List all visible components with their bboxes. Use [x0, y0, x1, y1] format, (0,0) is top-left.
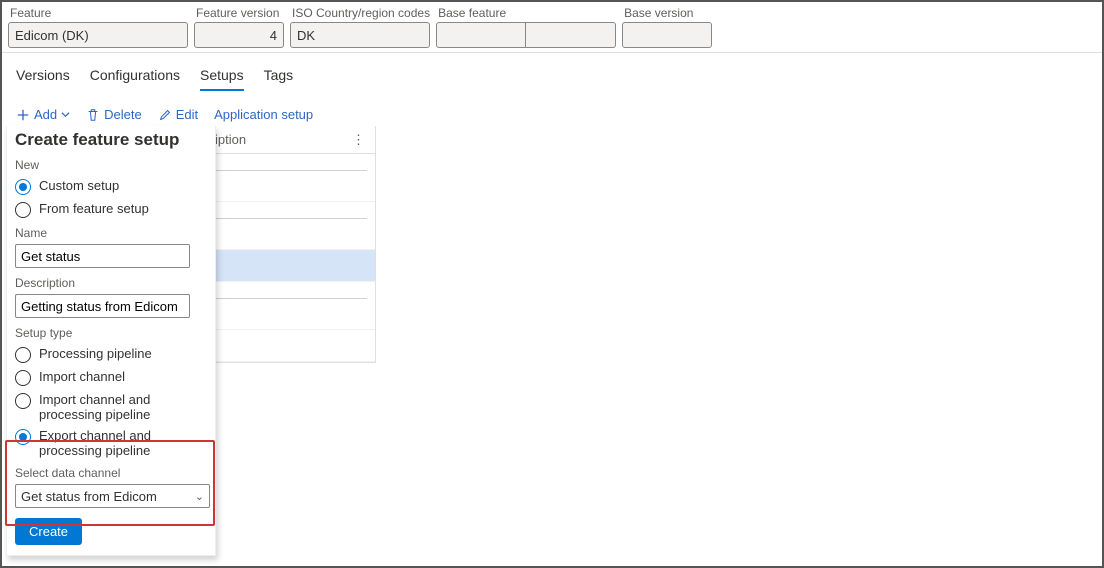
panel-title: Create feature setup	[15, 130, 207, 150]
radio-label: Custom setup	[39, 178, 119, 193]
channel-label: Select data channel	[15, 466, 207, 480]
field-base-version: Base version	[622, 6, 712, 48]
tab-setups[interactable]: Setups	[200, 67, 244, 91]
create-button[interactable]: Create	[15, 518, 82, 545]
radio-export-channel-pipeline[interactable]: Export channel and processing pipeline	[15, 428, 207, 458]
trash-icon	[86, 108, 100, 122]
radio-icon	[15, 429, 31, 445]
edit-button[interactable]: Edit	[158, 107, 198, 122]
channel-value: Get status from Edicom	[21, 489, 157, 504]
radio-label: Processing pipeline	[39, 346, 152, 361]
type-label: Setup type	[15, 326, 207, 340]
iso-input[interactable]	[290, 22, 430, 48]
desc-label: Description	[15, 276, 207, 290]
radio-label: Import channel	[39, 369, 125, 384]
add-button[interactable]: Add	[16, 107, 70, 122]
field-feature: Feature	[8, 6, 188, 48]
base-input-2[interactable]	[526, 22, 616, 48]
feature-label: Feature	[8, 6, 188, 20]
field-iso: ISO Country/region codes	[290, 6, 430, 48]
add-label: Add	[34, 107, 57, 122]
tab-tags[interactable]: Tags	[264, 67, 294, 91]
base-label: Base feature	[436, 6, 616, 20]
chevron-down-icon: ⌄	[195, 490, 204, 503]
app-setup-button[interactable]: Application setup	[214, 107, 313, 122]
version-input[interactable]	[194, 22, 284, 48]
col-iption: iption	[215, 132, 246, 147]
field-version: Feature version	[194, 6, 284, 48]
radio-icon	[15, 393, 31, 409]
edit-label: Edit	[176, 107, 198, 122]
basev-label: Base version	[622, 6, 712, 20]
radio-icon	[15, 179, 31, 195]
name-input[interactable]	[15, 244, 190, 268]
data-channel-select[interactable]: Get status from Edicom ⌄	[15, 484, 210, 508]
radio-import-channel[interactable]: Import channel	[15, 369, 207, 386]
radio-icon	[15, 347, 31, 363]
name-label: Name	[15, 226, 207, 240]
radio-processing-pipeline[interactable]: Processing pipeline	[15, 346, 207, 363]
delete-button[interactable]: Delete	[86, 107, 142, 122]
version-label: Feature version	[194, 6, 284, 20]
tab-bar: Versions Configurations Setups Tags	[2, 53, 1102, 99]
more-icon[interactable]: ⋮	[352, 132, 367, 148]
radio-from-feature[interactable]: From feature setup	[15, 201, 207, 218]
radio-label: Import channel and processing pipeline	[39, 392, 207, 422]
delete-label: Delete	[104, 107, 142, 122]
field-base: Base feature	[436, 6, 616, 48]
feature-input[interactable]	[8, 22, 188, 48]
radio-custom-setup[interactable]: Custom setup	[15, 178, 207, 195]
radio-label: From feature setup	[39, 201, 149, 216]
create-feature-setup-panel: Create feature setup New Custom setup Fr…	[6, 126, 216, 556]
radio-import-channel-pipeline[interactable]: Import channel and processing pipeline	[15, 392, 207, 422]
base-input-1[interactable]	[436, 22, 526, 48]
basev-input[interactable]	[622, 22, 712, 48]
chevron-down-icon	[61, 110, 70, 119]
top-field-bar: Feature Feature version ISO Country/regi…	[2, 2, 1102, 53]
iso-label: ISO Country/region codes	[290, 6, 430, 20]
tab-configurations[interactable]: Configurations	[90, 67, 180, 91]
new-label: New	[15, 158, 207, 172]
pencil-icon	[158, 108, 172, 122]
tab-versions[interactable]: Versions	[16, 67, 70, 91]
radio-icon	[15, 202, 31, 218]
plus-icon	[16, 108, 30, 122]
description-input[interactable]	[15, 294, 190, 318]
radio-icon	[15, 370, 31, 386]
app-setup-label: Application setup	[214, 107, 313, 122]
radio-label: Export channel and processing pipeline	[39, 428, 207, 458]
